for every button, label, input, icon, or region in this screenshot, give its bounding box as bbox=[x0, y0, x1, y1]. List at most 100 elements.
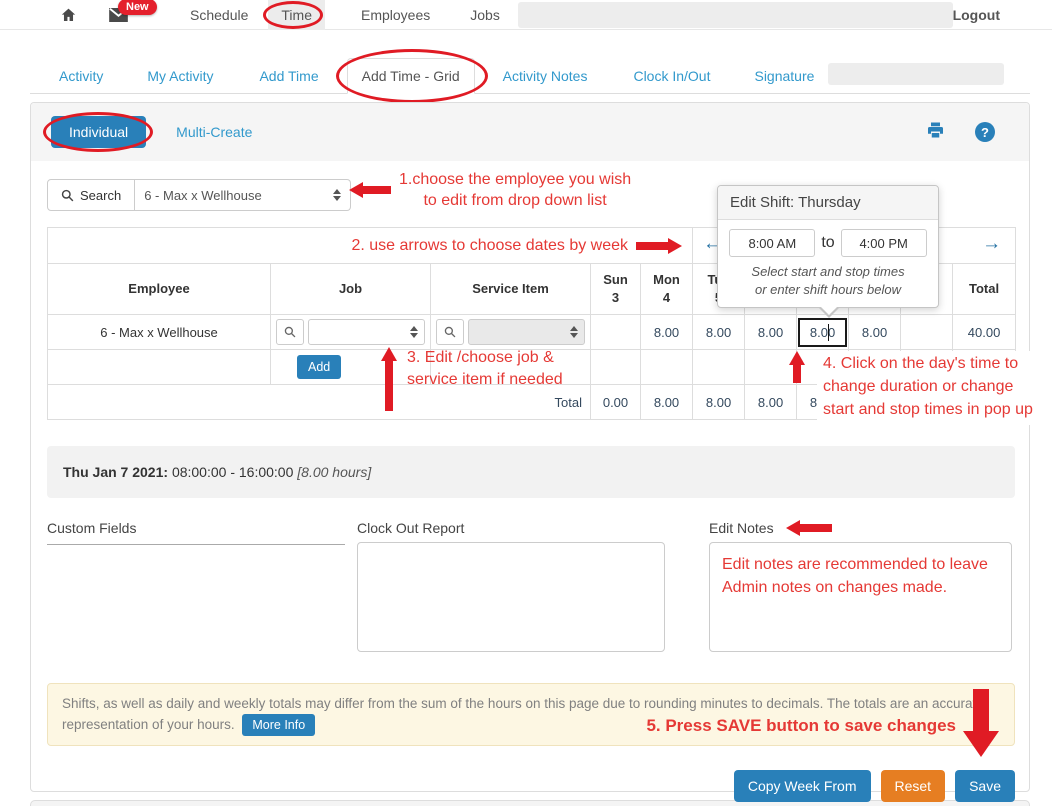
red-arrow-right-icon bbox=[636, 238, 682, 254]
nav-employees[interactable]: Employees bbox=[361, 0, 430, 30]
to-label: to bbox=[821, 234, 834, 252]
row-employee-name: 6 - Max x Wellhouse bbox=[48, 315, 271, 350]
logout-link[interactable]: Logout bbox=[953, 7, 1000, 23]
red-arrow-left-icon bbox=[349, 182, 391, 198]
select-arrows-icon bbox=[410, 326, 418, 338]
nav-jobs[interactable]: Jobs bbox=[470, 0, 500, 30]
col-employee: Employee bbox=[48, 264, 271, 315]
nav-time[interactable]: Time bbox=[268, 0, 325, 30]
edit-shift-popup: Edit Shift: Thursday to Select start and… bbox=[717, 185, 939, 308]
time-cell-tue[interactable]: 8.00 bbox=[693, 315, 745, 350]
red-arrow-left-icon bbox=[786, 520, 832, 536]
edit-shift-popup-title: Edit Shift: Thursday bbox=[718, 186, 938, 220]
annotation-step5: 5. Press SAVE button to save changes bbox=[646, 715, 956, 736]
col-day-mon: Mon4 bbox=[641, 264, 693, 315]
col-day-sun: Sun3 bbox=[591, 264, 641, 315]
new-badge: New bbox=[118, 0, 157, 15]
redacted-area-subnav bbox=[828, 63, 1004, 85]
red-arrow-up-icon bbox=[789, 351, 805, 383]
popup-hint-text: Select start and stop times or enter shi… bbox=[728, 263, 928, 299]
edit-notes-label: Edit Notes bbox=[709, 520, 774, 536]
edit-notes-annotation: Edit notes are recommended to leave Admi… bbox=[722, 553, 999, 599]
tab-clock-in-out[interactable]: Clock In/Out bbox=[619, 59, 724, 93]
select-arrows-icon bbox=[570, 326, 578, 338]
shift-date: Thu Jan 7 2021: bbox=[63, 464, 168, 480]
time-subnav-tabs: Activity My Activity Add Time Add Time -… bbox=[30, 30, 1030, 94]
edit-notes-textarea[interactable]: Edit notes are recommended to leave Admi… bbox=[709, 542, 1012, 652]
shift-detail-box: Thu Jan 7 2021: 08:00:00 - 16:00:00 [8.0… bbox=[47, 446, 1015, 498]
row-total-value: 40.00 bbox=[953, 315, 1016, 350]
individual-label: Individual bbox=[69, 124, 128, 140]
time-cell-fri[interactable]: 8.00 bbox=[849, 315, 901, 350]
copy-week-from-button[interactable]: Copy Week From bbox=[734, 770, 871, 802]
col-total: Total bbox=[953, 264, 1016, 315]
add-time-grid-panel: Individual Multi-Create ? Search 6 - Max… bbox=[30, 102, 1030, 792]
text-caret bbox=[828, 324, 829, 341]
job-select[interactable] bbox=[308, 319, 425, 345]
search-button-label: Search bbox=[80, 188, 121, 203]
annotation-step1: 1.choose the employee you wish to edit f… bbox=[349, 169, 631, 211]
tab-add-time-grid-label: Add Time - Grid bbox=[362, 68, 460, 84]
redacted-area-top bbox=[518, 2, 953, 28]
panel-header: Individual Multi-Create ? bbox=[31, 103, 1029, 161]
tab-activity-notes[interactable]: Activity Notes bbox=[489, 59, 602, 93]
messages-icon[interactable]: New bbox=[109, 8, 128, 22]
select-arrows-icon bbox=[333, 189, 341, 201]
nav-schedule[interactable]: Schedule bbox=[190, 0, 248, 30]
time-cell-sun[interactable] bbox=[591, 315, 641, 350]
time-cell-thu[interactable]: 8.00 bbox=[797, 315, 849, 350]
annotation-step4: 4. Click on the day's time to change dur… bbox=[789, 351, 1052, 425]
tab-add-time-grid[interactable]: Add Time - Grid bbox=[347, 58, 475, 94]
red-arrow-up-icon bbox=[381, 347, 397, 411]
col-service-item: Service Item bbox=[431, 264, 591, 315]
save-button[interactable]: Save bbox=[955, 770, 1015, 802]
total-tue: 8.00 bbox=[693, 385, 745, 420]
tab-add-time[interactable]: Add Time bbox=[245, 59, 332, 93]
search-button[interactable]: Search bbox=[47, 179, 135, 211]
custom-fields-label: Custom Fields bbox=[47, 520, 345, 536]
employee-select[interactable]: 6 - Max x Wellhouse bbox=[135, 179, 351, 211]
add-row-button[interactable]: Add bbox=[297, 355, 341, 379]
help-icon[interactable]: ? bbox=[975, 122, 995, 142]
next-week-arrow[interactable]: → bbox=[982, 233, 1001, 255]
tab-my-activity[interactable]: My Activity bbox=[133, 59, 227, 93]
annotation-step3: 3. Edit /choose job & service item if ne… bbox=[381, 347, 563, 411]
clock-out-report-label: Clock Out Report bbox=[357, 520, 665, 536]
time-cell-mon[interactable]: 8.00 bbox=[641, 315, 693, 350]
custom-fields-divider bbox=[47, 544, 345, 545]
custom-fields-section: Custom Fields bbox=[47, 520, 345, 657]
employee-time-row: 6 - Max x Wellhouse bbox=[48, 315, 1016, 350]
shift-end-time-input[interactable] bbox=[841, 229, 927, 257]
popup-tail-pointer bbox=[818, 307, 840, 318]
home-icon[interactable] bbox=[60, 7, 77, 23]
annotation-step2: 2. use arrows to choose dates by week bbox=[351, 235, 628, 256]
multi-create-link[interactable]: Multi-Create bbox=[176, 124, 252, 140]
clock-out-report-section: Clock Out Report bbox=[357, 520, 665, 657]
rounding-info-alert: Shifts, as well as daily and weekly tota… bbox=[47, 683, 1015, 746]
edit-notes-section: Edit Notes Edit notes are recommended to… bbox=[709, 520, 1012, 657]
clock-out-report-textarea[interactable] bbox=[357, 542, 665, 652]
focused-time-input[interactable]: 8.00 bbox=[798, 318, 847, 347]
more-info-button[interactable]: More Info bbox=[242, 714, 315, 736]
time-cell-wed[interactable]: 8.00 bbox=[745, 315, 797, 350]
print-icon[interactable] bbox=[926, 121, 945, 144]
job-search-icon[interactable] bbox=[276, 319, 304, 345]
col-job: Job bbox=[271, 264, 431, 315]
red-big-down-arrow-icon bbox=[963, 689, 999, 759]
individual-mode-button[interactable]: Individual bbox=[51, 116, 146, 148]
service-item-search-icon[interactable] bbox=[436, 319, 464, 345]
total-mon: 8.00 bbox=[641, 385, 693, 420]
top-navbar: New Schedule Time Employees Jobs Logout bbox=[0, 0, 1052, 30]
tab-activity[interactable]: Activity bbox=[45, 59, 117, 93]
employee-select-value: 6 - Max x Wellhouse bbox=[144, 188, 262, 203]
reset-button[interactable]: Reset bbox=[881, 770, 946, 802]
shift-start-time-input[interactable] bbox=[729, 229, 815, 257]
service-item-select[interactable] bbox=[468, 319, 585, 345]
tab-signature[interactable]: Signature bbox=[740, 59, 828, 93]
shift-hours: [8.00 hours] bbox=[297, 464, 371, 480]
time-cell-sat[interactable] bbox=[901, 315, 953, 350]
thu-value: 8.00 bbox=[810, 325, 835, 340]
total-sun: 0.00 bbox=[591, 385, 641, 420]
nav-time-label: Time bbox=[281, 7, 312, 23]
shift-time-range: 08:00:00 - 16:00:00 bbox=[172, 464, 293, 480]
